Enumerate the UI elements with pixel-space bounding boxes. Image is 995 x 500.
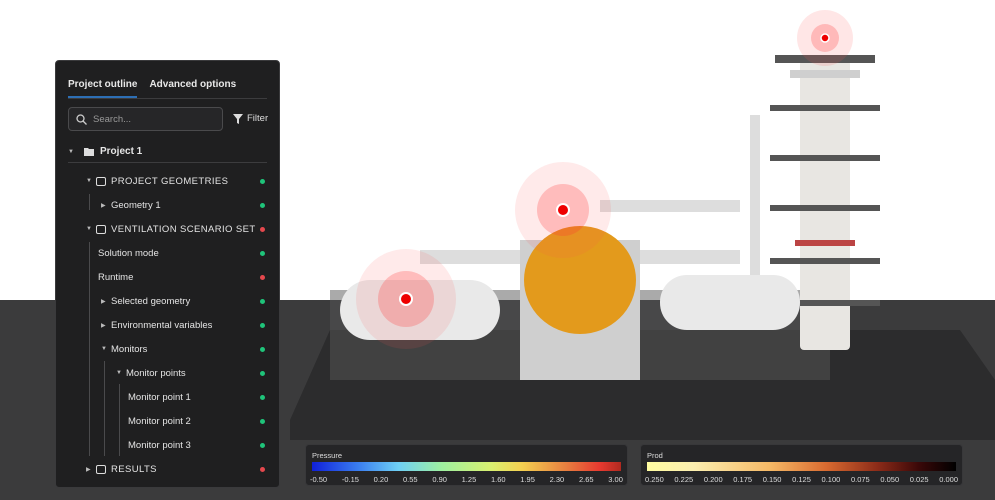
legend-title: Pressure: [312, 451, 343, 460]
legend-tick: 0.125: [792, 475, 811, 484]
pressure-colorbar: [312, 462, 621, 471]
legend-tick: 0.075: [850, 475, 870, 484]
tree-item-label: Environmental variables: [111, 319, 213, 331]
tree-item[interactable]: ▼ Monitors: [56, 339, 279, 359]
status-dot: [260, 322, 265, 328]
filter-icon: [233, 113, 243, 124]
legend-tick: -0.50: [310, 475, 328, 484]
tree-item[interactable]: Monitor point 1: [56, 387, 279, 407]
status-dot: [260, 274, 265, 280]
tab-advanced-options[interactable]: Advanced options: [149, 79, 236, 98]
tree-item-label: Monitor point 3: [128, 439, 191, 451]
status-dot: [260, 466, 265, 472]
status-dot: [260, 346, 265, 352]
status-dot: [260, 298, 265, 304]
tab-project-outline[interactable]: Project outline: [68, 79, 138, 98]
legend-tick: 0.90: [432, 475, 447, 484]
legend-title: Prod: [647, 451, 663, 460]
folder-icon: [84, 148, 94, 156]
legend-tick: 0.050: [880, 475, 900, 484]
tree-item-label: Monitors: [111, 343, 148, 355]
caret-down-icon: ▼: [101, 346, 107, 352]
status-dot: [260, 370, 265, 376]
filter-label: Filter: [247, 113, 269, 124]
status-dot: [260, 394, 265, 400]
tree-item[interactable]: Solution mode: [56, 243, 279, 263]
prod-legend: Prod 0.250 0.225 0.200 0.175 0.150 0.125 0.100…: [640, 444, 963, 486]
legend-tick: 2.30: [549, 475, 565, 484]
legend-tick: 3.00: [608, 475, 623, 484]
tree-item-label: Solution mode: [98, 247, 159, 259]
caret-down-icon: ▼: [68, 148, 74, 155]
status-dot: [260, 178, 265, 184]
tree-item[interactable]: ▶ RESULTS: [56, 459, 279, 479]
caret-down-icon: ▼: [86, 226, 92, 232]
tree-item-label: Monitor point 1: [128, 391, 191, 403]
caret-down-icon: ▼: [116, 370, 122, 376]
tree-item-label: Monitor point 2: [128, 415, 191, 427]
legend-tick: 0.225: [674, 475, 694, 484]
search-box[interactable]: [68, 107, 223, 131]
pressure-legend: Pressure -0.50 -0.15 0.20 0.55 0.90 1.25 1.60 1…: [305, 444, 628, 486]
caret-right-icon: ▶: [101, 298, 106, 305]
tree-item-label: Runtime: [98, 271, 134, 283]
legend-tick: 0.025: [909, 475, 929, 484]
legend-tick: 1.25: [461, 475, 477, 484]
legend-tick: 0.175: [733, 475, 753, 484]
tree-item[interactable]: ▼ VENTILATION SCENARIO SET: [56, 219, 279, 239]
status-dot: [260, 226, 265, 232]
tree-item[interactable]: ▼ PROJECT GEOMETRIES: [56, 171, 279, 191]
legend-tick: 2.65: [578, 475, 594, 484]
legend-tick: 0.100: [821, 475, 841, 484]
legend-tick: -0.15: [341, 475, 359, 484]
tree-item[interactable]: ▶ Geometry 1: [56, 195, 279, 215]
search-icon: [76, 113, 87, 125]
caret-right-icon: ▶: [101, 202, 106, 209]
chart-icon: [96, 464, 106, 474]
geom-icon: [96, 176, 106, 186]
tree-item-project[interactable]: ▼ Project 1: [68, 141, 267, 163]
caret-right-icon: ▶: [86, 466, 91, 473]
status-dot: [260, 250, 265, 256]
legend-tick: 0.000: [939, 475, 958, 484]
status-dot: [260, 418, 265, 424]
tree-item[interactable]: ▼ Monitor points: [56, 363, 279, 383]
tree-item[interactable]: Runtime: [56, 267, 279, 287]
project-name: Project 1: [100, 146, 143, 157]
legend-tick: 1.95: [520, 475, 535, 484]
tree-item[interactable]: Monitor point 3: [56, 435, 279, 455]
tree-item[interactable]: ▶ Environmental variables: [56, 315, 279, 335]
status-dot: [260, 442, 265, 448]
legend-tick: 0.20: [373, 475, 389, 484]
tree-item-label: VENTILATION SCENARIO SET: [111, 223, 256, 235]
tree-item-label: RESULTS: [111, 463, 157, 475]
legend-tick: 0.55: [402, 475, 418, 484]
caret-down-icon: ▼: [86, 178, 92, 184]
tree-item-label: PROJECT GEOMETRIES: [111, 175, 229, 187]
prod-colorbar: [647, 462, 956, 471]
legend-tick: 1.60: [490, 475, 506, 484]
tree-item-label: Selected geometry: [111, 295, 191, 307]
tree-item[interactable]: Monitor point 2: [56, 411, 279, 431]
search-input[interactable]: [93, 113, 213, 125]
tree-item-label: Monitor points: [126, 367, 186, 379]
tree-item-label: Geometry 1: [111, 199, 161, 211]
layers-icon: [96, 224, 106, 234]
caret-right-icon: ▶: [101, 322, 106, 329]
legend-tick: 0.200: [703, 475, 723, 484]
project-outline-panel: Project outline Advanced options Filter …: [55, 60, 280, 488]
tree-item[interactable]: ▶ Selected geometry: [56, 291, 279, 311]
legend-tick: 0.150: [762, 475, 782, 484]
filter-button[interactable]: Filter: [233, 113, 268, 124]
status-dot: [260, 202, 265, 208]
legend-tick: 0.250: [645, 475, 664, 484]
